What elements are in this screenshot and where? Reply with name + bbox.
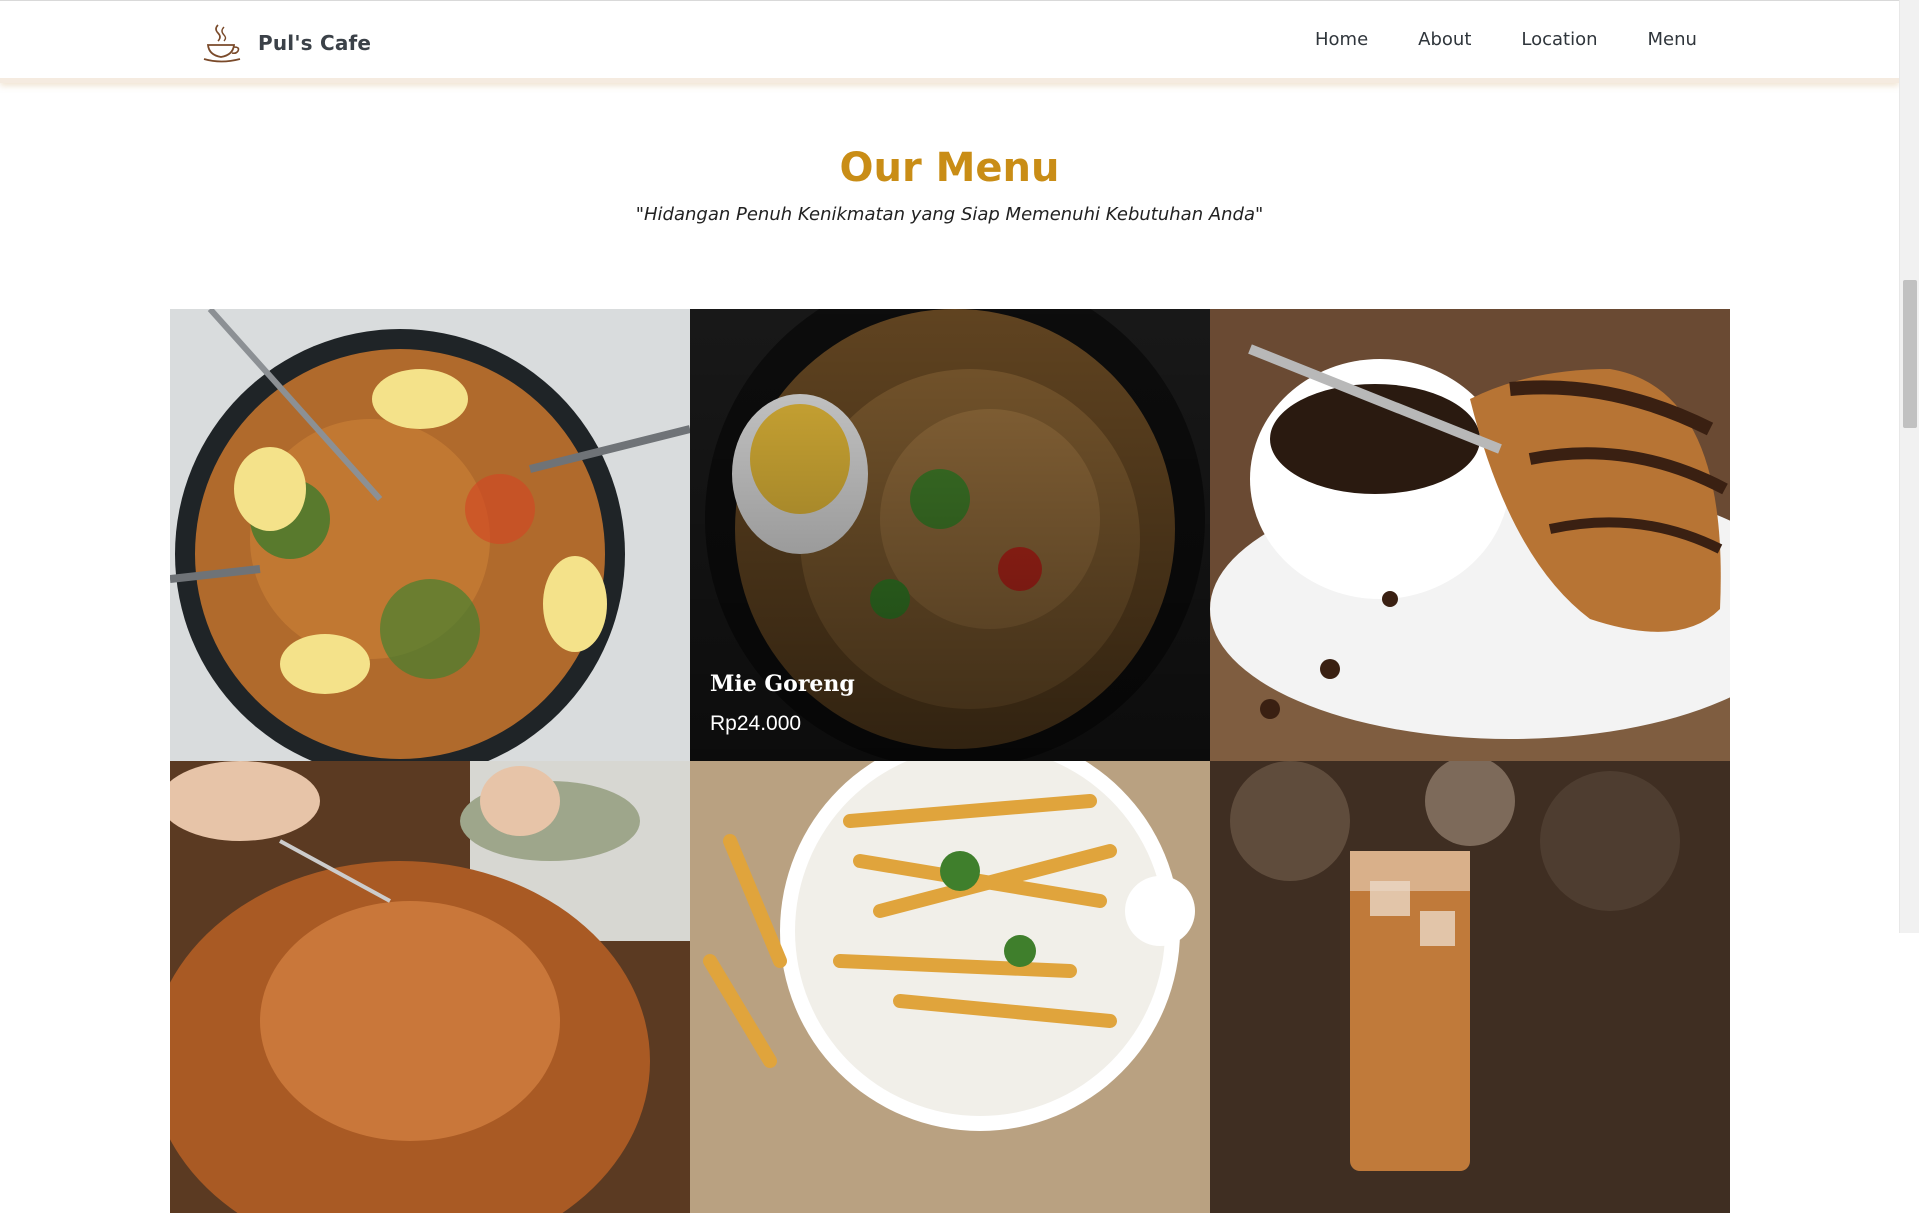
nav-menu: Home About Location Menu — [1315, 29, 1697, 50]
fried-rice-photo — [170, 309, 690, 761]
section-title: Our Menu — [839, 145, 1060, 191]
roast-chicken-photo — [170, 761, 690, 1213]
iced-coffee-photo — [1210, 761, 1730, 1213]
brand-name: Pul's Cafe — [258, 31, 372, 55]
menu-card-iced-coffee[interactable] — [1210, 761, 1730, 1213]
menu-item-price: Rp24.000 — [710, 712, 802, 735]
nav-link-location[interactable]: Location — [1521, 29, 1597, 50]
menu-grid: Mie Goreng Rp24.000 — [170, 309, 1730, 1213]
menu-card-mie-goreng[interactable]: Mie Goreng Rp24.000 — [690, 309, 1210, 761]
coffee-croissant-photo — [1210, 309, 1730, 761]
nav-link-menu[interactable]: Menu — [1648, 29, 1697, 50]
coffee-cup-icon — [203, 24, 241, 63]
nav-link-about[interactable]: About — [1418, 29, 1471, 50]
french-fries-photo — [690, 761, 1210, 1213]
navbar: Pul's Cafe Home About Location Menu — [0, 0, 1899, 83]
menu-card-coffee-croissant[interactable] — [1210, 309, 1730, 761]
page-scrollbar[interactable] — [1899, 0, 1919, 933]
menu-card-french-fries[interactable] — [690, 761, 1210, 1213]
menu-card-roast-chicken[interactable] — [170, 761, 690, 1213]
nav-link-home[interactable]: Home — [1315, 29, 1368, 50]
section-subtitle: "Hidangan Penuh Kenikmatan yang Siap Mem… — [635, 204, 1264, 225]
menu-item-name: Mie Goreng — [710, 671, 855, 697]
brand[interactable]: Pul's Cafe — [200, 21, 371, 65]
menu-card-fried-rice[interactable] — [170, 309, 690, 761]
scrollbar-thumb[interactable] — [1903, 280, 1917, 428]
